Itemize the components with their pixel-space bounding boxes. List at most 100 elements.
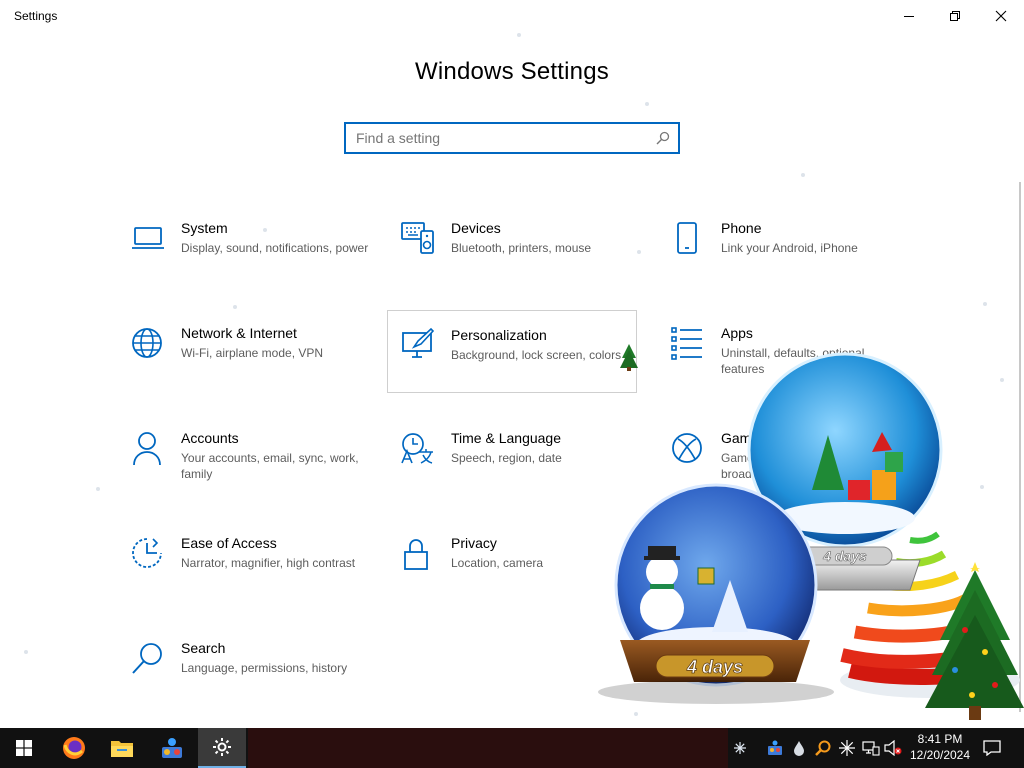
snowflake-decoration	[645, 102, 649, 106]
app-icon	[162, 738, 182, 758]
minimize-button[interactable]	[886, 0, 932, 32]
tray-volume[interactable]	[882, 728, 904, 768]
tile-apps[interactable]: Apps Uninstall, defaults, optional featu…	[671, 325, 919, 407]
tray-search[interactable]	[812, 728, 834, 768]
tile-title: Devices	[451, 220, 501, 236]
tile-description: Background, lock screen, colors	[451, 348, 622, 362]
christmas-tree	[925, 562, 1024, 720]
tile-title: Network & Internet	[181, 325, 297, 341]
tile-title: Accounts	[181, 430, 239, 446]
action-center-button[interactable]	[978, 728, 1006, 768]
tile-title: Ease of Access	[181, 535, 277, 551]
tile-description: Uninstall, defaults, optional features	[721, 346, 865, 376]
keyboard-speaker-icon	[401, 222, 434, 254]
phone-icon	[677, 222, 697, 254]
apps-list-icon	[671, 327, 702, 360]
tile-description: Language, permissions, history	[181, 661, 348, 675]
lock-icon	[404, 539, 428, 570]
tile-description: Display, sound, notifications, power	[181, 241, 369, 255]
search-box[interactable]	[344, 122, 680, 154]
tray-water[interactable]	[788, 728, 810, 768]
snowflake-icon	[734, 742, 746, 754]
snowflake-decoration	[980, 485, 984, 489]
snowflake-decoration	[517, 33, 521, 37]
tile-title: Search	[181, 640, 226, 656]
start-button[interactable]	[0, 728, 48, 768]
countdown-label: 4 days	[822, 548, 867, 564]
snowflake-decoration	[263, 228, 267, 232]
paint-monitor-icon	[402, 327, 435, 358]
clock-time: 8:41 PM	[917, 732, 963, 746]
search-icon[interactable]	[656, 131, 670, 145]
person-icon	[133, 432, 161, 466]
app-tray-icon	[768, 740, 782, 755]
tile-accounts[interactable]: Accounts Your accounts, email, sync, wor…	[131, 430, 379, 512]
snowflake-decoration	[983, 302, 987, 306]
scrollbar[interactable]	[1019, 182, 1021, 712]
tile-description: Bluetooth, printers, mouse	[451, 241, 592, 255]
snowflake-decoration	[96, 487, 100, 491]
tile-system[interactable]: System Display, sound, notifications, po…	[131, 220, 379, 302]
tile-description: Link your Android, iPhone	[721, 241, 858, 255]
tile-title: Personalization	[451, 327, 547, 343]
snowflake-decoration	[637, 250, 641, 254]
tile-title: Phone	[721, 220, 762, 236]
tile-search[interactable]: Search Language, permissions, history	[131, 640, 379, 722]
taskbar-clock[interactable]: 8:41 PM 12/20/2024	[904, 731, 976, 763]
taskbar-app[interactable]	[148, 728, 196, 768]
tile-title: Gam	[721, 430, 752, 446]
snowflake-decoration	[634, 712, 638, 716]
close-icon	[995, 10, 1007, 22]
tray-snowflake[interactable]	[730, 728, 750, 768]
minimize-icon	[904, 16, 914, 17]
magnifier-icon	[132, 643, 162, 674]
tile-gaming[interactable]: Gam Game broad	[671, 430, 919, 512]
water-drop-icon	[794, 741, 804, 756]
search-input[interactable]	[346, 124, 646, 152]
volume-muted-icon	[884, 740, 902, 756]
spiral-tree	[840, 531, 1020, 698]
tray-app[interactable]	[764, 728, 786, 768]
tile-description: Wi-Fi, airplane mode, VPN	[181, 346, 324, 360]
tray-network[interactable]	[860, 728, 882, 768]
file-explorer-icon	[111, 741, 133, 757]
tile-time-language[interactable]: Time & Language Speech, region, date	[401, 430, 649, 512]
action-center-icon	[983, 740, 1001, 756]
tile-phone[interactable]: Phone Link your Android, iPhone	[671, 220, 919, 302]
tile-description: Your accounts, email, sync, work, family	[181, 451, 359, 481]
tile-description: Game broad	[721, 451, 754, 481]
settings-gear-icon	[213, 738, 231, 756]
tile-title: Privacy	[451, 535, 497, 551]
tile-devices[interactable]: Devices Bluetooth, printers, mouse	[401, 220, 649, 302]
taskbar-file-explorer[interactable]	[98, 728, 146, 768]
tile-ease-of-access[interactable]: Ease of Access Narrator, magnifier, high…	[131, 535, 379, 617]
snowflake-decoration	[801, 173, 805, 177]
globe-icon	[132, 328, 162, 358]
small-tree-icon	[620, 344, 638, 371]
tile-description: Narrator, magnifier, high contrast	[181, 556, 356, 570]
taskbar: 8:41 PM 12/20/2024	[0, 728, 1024, 768]
page-title: Windows Settings	[415, 58, 609, 85]
taskbar-firefox[interactable]	[50, 728, 98, 768]
firefox-icon	[63, 737, 85, 759]
laptop-icon	[132, 227, 164, 249]
window-title: Settings	[14, 9, 58, 23]
spark-icon	[839, 740, 855, 756]
title-bar[interactable]: Settings	[0, 0, 1024, 32]
ease-of-access-icon	[132, 538, 162, 568]
tile-description: Speech, region, date	[451, 451, 562, 465]
countdown-label: 4 days	[686, 657, 743, 677]
tile-network-internet[interactable]: Network & Internet Wi-Fi, airplane mode,…	[131, 325, 379, 407]
restore-icon	[950, 11, 960, 21]
snowflake-decoration	[24, 650, 28, 654]
tile-privacy[interactable]: Privacy Location, camera	[401, 535, 649, 617]
tile-title: Time & Language	[451, 430, 561, 446]
tile-personalization[interactable]: Personalization Background, lock screen,…	[387, 310, 637, 393]
close-button[interactable]	[978, 0, 1024, 32]
taskbar-settings[interactable]	[198, 728, 246, 768]
network-icon	[862, 741, 880, 756]
time-language-icon	[401, 433, 433, 464]
tile-description: Location, camera	[451, 556, 544, 570]
tray-spark[interactable]	[836, 728, 858, 768]
restore-button[interactable]	[932, 0, 978, 32]
